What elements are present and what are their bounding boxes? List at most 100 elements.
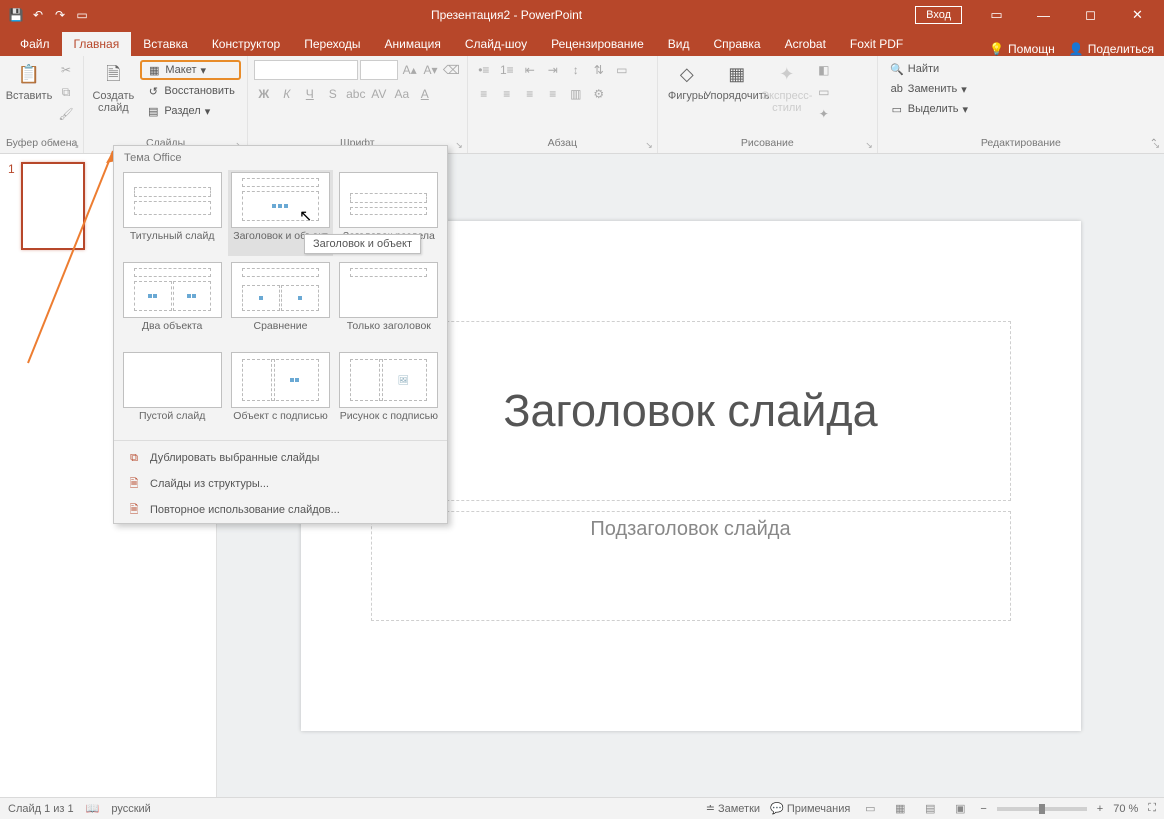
language-indicator[interactable]: русский [111, 803, 150, 815]
slideshow-view-icon[interactable]: ▣ [950, 800, 970, 818]
normal-view-icon[interactable]: ▭ [860, 800, 880, 818]
increase-font-icon[interactable]: A▴ [400, 60, 419, 80]
tab-acrobat[interactable]: Acrobat [773, 32, 838, 56]
start-slideshow-icon[interactable]: ▭ [74, 7, 90, 23]
numbering-icon[interactable]: 1≡ [497, 60, 517, 80]
smartart-icon[interactable]: ⚙ [589, 84, 609, 104]
close-button[interactable]: ✕ [1115, 1, 1160, 29]
tab-file[interactable]: Файл [8, 32, 62, 56]
zoom-level[interactable]: 70 % [1113, 803, 1138, 815]
case-icon[interactable]: Aa [392, 84, 412, 104]
layout-content-caption[interactable]: Объект с подписью [228, 350, 332, 436]
justify-icon[interactable]: ≡ [543, 84, 563, 104]
replace-icon: ab [890, 82, 904, 96]
maximize-button[interactable]: ◻ [1068, 1, 1113, 29]
sorter-view-icon[interactable]: ▦ [890, 800, 910, 818]
title-placeholder[interactable]: Заголовок слайда [371, 321, 1011, 501]
tab-design[interactable]: Конструктор [200, 32, 292, 56]
undo-icon[interactable]: ↶ [30, 7, 46, 23]
status-bar: Слайд 1 из 1 📖 русский ≐ Заметки 💬 Приме… [0, 797, 1164, 819]
format-painter-icon[interactable]: 🖌 [56, 104, 76, 124]
tooltip: Заголовок и объект [304, 234, 421, 254]
strike-icon[interactable]: S [323, 84, 343, 104]
layout-picture-caption[interactable]: 🖼 Рисунок с подписью [337, 350, 441, 436]
text-direction-icon[interactable]: ⇅ [589, 60, 609, 80]
quick-styles-icon: ✦ [773, 60, 801, 88]
decrease-font-icon[interactable]: A▾ [421, 60, 440, 80]
save-icon[interactable]: 💾 [8, 7, 24, 23]
section-button[interactable]: ▤Раздел▾ [140, 102, 240, 120]
increase-indent-icon[interactable]: ⇥ [543, 60, 563, 80]
tab-slideshow[interactable]: Слайд-шоу [453, 32, 539, 56]
spellcheck-icon[interactable]: 📖 [86, 802, 100, 815]
underline-icon[interactable]: Ч [300, 84, 320, 104]
shadow-icon[interactable]: abc [346, 84, 366, 104]
align-right-icon[interactable]: ≡ [520, 84, 540, 104]
font-size-combo[interactable] [360, 60, 398, 80]
decrease-indent-icon[interactable]: ⇤ [520, 60, 540, 80]
redo-icon[interactable]: ↷ [52, 7, 68, 23]
font-color-icon[interactable]: A [415, 84, 435, 104]
duplicate-slides-item[interactable]: ⧉Дублировать выбранные слайды [114, 445, 447, 471]
tab-home[interactable]: Главная [62, 32, 132, 56]
fit-to-window-icon[interactable]: ⛶ [1148, 802, 1156, 815]
columns-icon[interactable]: ▥ [566, 84, 586, 104]
layout-button[interactable]: ▦Макет▾ [140, 60, 240, 80]
spacing-icon[interactable]: AV [369, 84, 389, 104]
tab-view[interactable]: Вид [656, 32, 702, 56]
select-button[interactable]: ▭Выделить▾ [884, 100, 1158, 118]
reuse-slides-item[interactable]: 🗎Повторное использование слайдов... [114, 497, 447, 523]
slides-from-outline-item[interactable]: 🗎Слайды из структуры... [114, 471, 447, 497]
arrange-button[interactable]: ▦Упорядочить [714, 60, 760, 102]
zoom-slider[interactable] [997, 807, 1087, 811]
zoom-out-icon[interactable]: − [980, 803, 986, 815]
align-text-icon[interactable]: ▭ [612, 60, 632, 80]
zoom-in-icon[interactable]: + [1097, 803, 1103, 815]
layout-two-content[interactable]: Два объекта [120, 260, 224, 346]
align-left-icon[interactable]: ≡ [474, 84, 494, 104]
tell-me-button[interactable]: 💡 Помощн [989, 42, 1055, 56]
subtitle-placeholder[interactable]: Подзаголовок слайда [371, 511, 1011, 621]
reading-view-icon[interactable]: ▤ [920, 800, 940, 818]
shape-outline-icon[interactable]: ▭ [814, 82, 834, 102]
layout-title-only[interactable]: Только заголовок [337, 260, 441, 346]
bold-icon[interactable]: Ж [254, 84, 274, 104]
align-center-icon[interactable]: ≡ [497, 84, 517, 104]
comments-button[interactable]: 💬 Примечания [770, 802, 850, 815]
share-button[interactable]: 👤 Поделиться [1069, 42, 1154, 56]
find-button[interactable]: 🔍Найти [884, 60, 1158, 78]
bullets-icon[interactable]: •≡ [474, 60, 494, 80]
new-slide-button[interactable]: 🗎 Создать слайд [90, 60, 136, 114]
cut-icon[interactable]: ✂ [56, 60, 76, 80]
layout-title-slide[interactable]: Титульный слайд [120, 170, 224, 256]
tab-insert[interactable]: Вставка [131, 32, 200, 56]
notes-button[interactable]: ≐ Заметки [706, 802, 760, 815]
find-icon: 🔍 [890, 62, 904, 76]
layout-comparison[interactable]: Сравнение [228, 260, 332, 346]
tab-foxit[interactable]: Foxit PDF [838, 32, 915, 56]
line-spacing-icon[interactable]: ↕ [566, 60, 586, 80]
tab-review[interactable]: Рецензирование [539, 32, 656, 56]
font-family-combo[interactable] [254, 60, 358, 80]
minimize-button[interactable]: — [1021, 1, 1066, 29]
group-clipboard: 📋 Вставить ✂ ⧉ 🖌 Буфер обмена [0, 56, 84, 153]
shape-fill-icon[interactable]: ◧ [814, 60, 834, 80]
shape-effects-icon[interactable]: ✦ [814, 104, 834, 124]
sign-in-button[interactable]: Вход [915, 6, 962, 24]
tab-help[interactable]: Справка [701, 32, 772, 56]
italic-icon[interactable]: К [277, 84, 297, 104]
tab-animations[interactable]: Анимация [373, 32, 453, 56]
quick-styles-button[interactable]: ✦Экспресс- стили [764, 60, 810, 114]
ribbon-display-icon[interactable]: ▭ [974, 1, 1019, 29]
copy-icon[interactable]: ⧉ [56, 82, 76, 102]
paste-button[interactable]: 📋 Вставить [6, 60, 52, 102]
clear-format-icon[interactable]: ⌫ [442, 60, 461, 80]
reset-button[interactable]: ↺Восстановить [140, 82, 240, 100]
collapse-ribbon-icon[interactable]: ⌃ [1150, 138, 1158, 149]
shapes-button[interactable]: ◇Фигуры [664, 60, 710, 102]
layout-blank[interactable]: Пустой слайд [120, 350, 224, 436]
window-buttons: ▭ — ◻ ✕ [974, 1, 1164, 29]
outline-icon: 🗎 [126, 476, 142, 492]
replace-button[interactable]: abЗаменить▾ [884, 80, 1158, 98]
tab-transitions[interactable]: Переходы [292, 32, 372, 56]
